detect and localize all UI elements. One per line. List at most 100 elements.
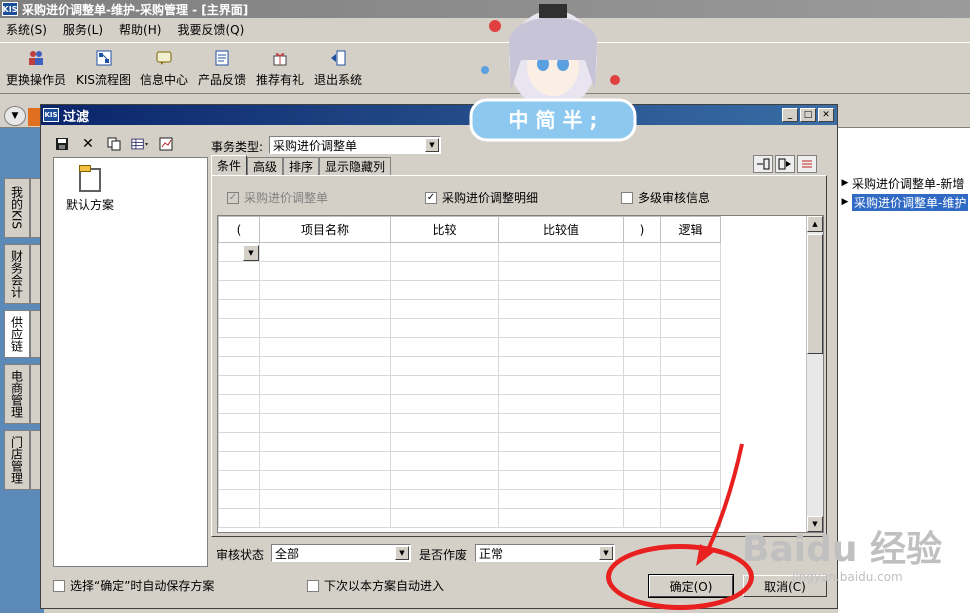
table-cell[interactable]: [218, 489, 260, 509]
table-cell[interactable]: [218, 451, 260, 471]
vtab-supply-chain[interactable]: 供应链: [4, 310, 30, 358]
table-cell[interactable]: [498, 299, 624, 319]
table-cell[interactable]: ▼: [218, 242, 260, 262]
chevron-down-icon[interactable]: ▼: [425, 138, 439, 152]
table-row[interactable]: [218, 337, 721, 357]
auto-enter-checkbox[interactable]: 下次以本方案自动进入: [307, 577, 444, 594]
table-cell[interactable]: [623, 508, 661, 528]
table-cell[interactable]: [623, 280, 661, 300]
save-icon[interactable]: [53, 135, 71, 153]
tab-advanced[interactable]: 高级: [247, 157, 284, 175]
col-close-paren[interactable]: ): [623, 216, 661, 243]
table-cell[interactable]: [259, 261, 391, 281]
scroll-up-icon[interactable]: ▲: [807, 216, 823, 232]
audit-status-select[interactable]: 全部 ▼: [271, 544, 411, 562]
table-cell[interactable]: [660, 261, 721, 281]
table-cell[interactable]: [390, 299, 499, 319]
table-cell[interactable]: [218, 413, 260, 433]
table-cell[interactable]: [259, 299, 391, 319]
table-cell[interactable]: [660, 299, 721, 319]
vtab-finance[interactable]: 财务会计: [4, 244, 30, 304]
col-open-paren[interactable]: (: [218, 216, 260, 243]
maximize-icon[interactable]: □: [800, 108, 816, 122]
chevron-down-icon[interactable]: ▼: [395, 546, 409, 560]
table-cell[interactable]: [390, 413, 499, 433]
table-cell[interactable]: [660, 318, 721, 338]
table-cell[interactable]: [218, 394, 260, 414]
auto-save-checkbox[interactable]: 选择“确定”时自动保存方案: [53, 577, 214, 594]
table-cell[interactable]: [498, 318, 624, 338]
detail-checkbox[interactable]: ✓ 采购进价调整明细: [425, 189, 538, 206]
table-cell[interactable]: [623, 470, 661, 490]
multi-audit-checkbox[interactable]: 多级审核信息: [621, 189, 710, 206]
table-row[interactable]: [218, 470, 721, 490]
list-item[interactable]: ▶ 采购进价调整单-维护: [838, 193, 970, 211]
table-cell[interactable]: [218, 261, 260, 281]
table-cell[interactable]: [390, 318, 499, 338]
product-feedback-button[interactable]: 产品反馈: [198, 49, 246, 88]
table-cell[interactable]: [623, 356, 661, 376]
kis-flowchart-button[interactable]: KIS流程图: [76, 49, 131, 88]
table-cell[interactable]: [660, 375, 721, 395]
info-center-button[interactable]: 信息中心: [140, 49, 188, 88]
list-item[interactable]: ▶ 采购进价调整单-新增: [838, 174, 970, 192]
table-cell[interactable]: [498, 451, 624, 471]
table-row[interactable]: [218, 299, 721, 319]
table-cell[interactable]: [390, 280, 499, 300]
table-cell[interactable]: [218, 432, 260, 452]
table-cell[interactable]: [498, 337, 624, 357]
table-cell[interactable]: [259, 413, 391, 433]
chevron-down-icon[interactable]: ▼: [4, 106, 26, 126]
table-row[interactable]: [218, 394, 721, 414]
table-cell[interactable]: [390, 470, 499, 490]
table-cell[interactable]: [623, 394, 661, 414]
grid-scrollbar[interactable]: ▲ ▼: [806, 216, 823, 532]
table-cell[interactable]: [390, 489, 499, 509]
table-cell[interactable]: [498, 356, 624, 376]
table-cell[interactable]: [660, 337, 721, 357]
table-row[interactable]: [218, 375, 721, 395]
table-cell[interactable]: [259, 470, 391, 490]
table-cell[interactable]: [259, 508, 391, 528]
table-cell[interactable]: [623, 489, 661, 509]
table-row[interactable]: [218, 280, 721, 300]
table-row[interactable]: [218, 318, 721, 338]
header-checkbox[interactable]: ✓ 采购进价调整单: [227, 189, 328, 206]
table-cell[interactable]: [390, 432, 499, 452]
table-cell[interactable]: [498, 375, 624, 395]
table-cell[interactable]: [259, 318, 391, 338]
table-cell[interactable]: [259, 242, 391, 262]
delete-icon[interactable]: ✕: [79, 135, 97, 153]
table-cell[interactable]: [390, 337, 499, 357]
table-cell[interactable]: [623, 242, 661, 262]
table-cell[interactable]: [660, 280, 721, 300]
tab-conditions[interactable]: 条件: [211, 155, 248, 175]
table-row[interactable]: [218, 356, 721, 376]
vtab-ecommerce[interactable]: 电商管理: [4, 364, 30, 424]
table-cell[interactable]: [218, 375, 260, 395]
table-row[interactable]: ▼: [218, 242, 721, 262]
tab-show-hidden-columns[interactable]: 显示隐藏列: [319, 157, 392, 175]
table-cell[interactable]: [390, 451, 499, 471]
table-cell[interactable]: [623, 299, 661, 319]
table-cell[interactable]: [259, 489, 391, 509]
table-cell[interactable]: [660, 242, 721, 262]
table-cell[interactable]: [660, 413, 721, 433]
table-cell[interactable]: [623, 318, 661, 338]
close-icon[interactable]: ✕: [818, 108, 834, 122]
append-row-icon[interactable]: [775, 155, 795, 173]
vtab-my-kis[interactable]: 我的KIS: [4, 178, 30, 238]
table-cell[interactable]: [218, 318, 260, 338]
table-cell[interactable]: [498, 413, 624, 433]
table-cell[interactable]: [218, 470, 260, 490]
minimize-icon[interactable]: _: [782, 108, 798, 122]
insert-row-icon[interactable]: [753, 155, 773, 173]
table-cell[interactable]: [498, 489, 624, 509]
table-cell[interactable]: [390, 242, 499, 262]
tab-sort[interactable]: 排序: [283, 157, 320, 175]
table-cell[interactable]: [623, 375, 661, 395]
table-cell[interactable]: [390, 375, 499, 395]
col-item-name[interactable]: 项目名称: [259, 216, 391, 243]
table-cell[interactable]: [218, 280, 260, 300]
table-cell[interactable]: [218, 508, 260, 528]
